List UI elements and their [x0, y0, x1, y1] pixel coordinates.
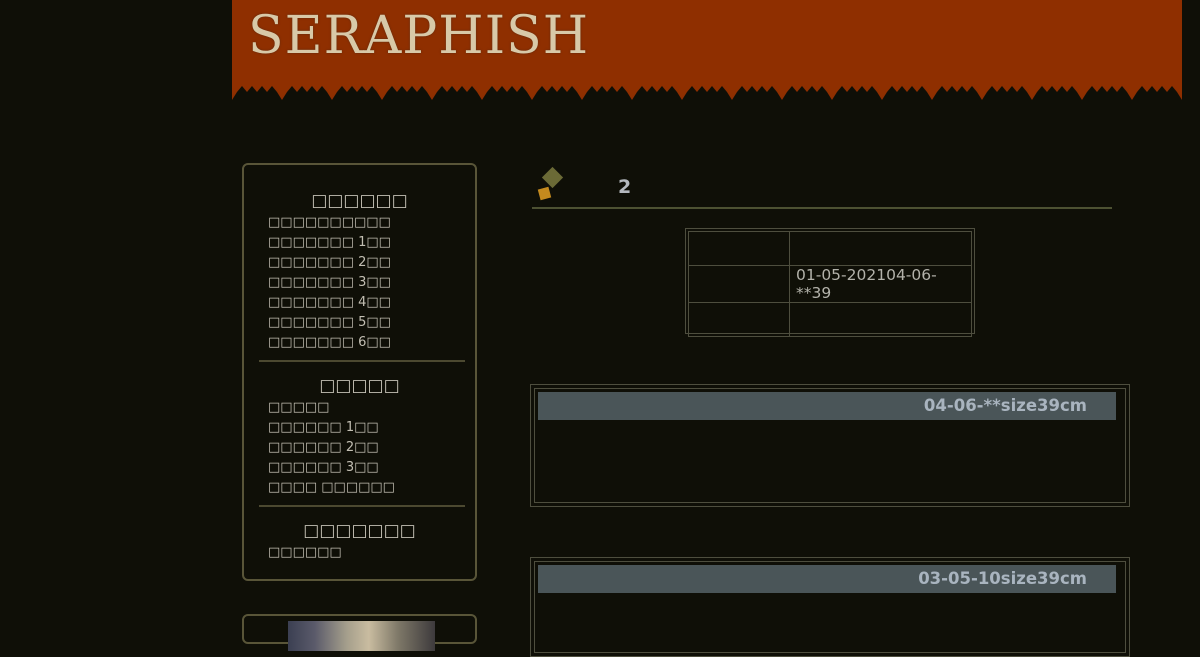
sidebar-link[interactable]: □□□□□□□ 6□□ — [268, 333, 475, 353]
sidebar-link[interactable]: □□□□□□ 1□□ — [268, 418, 475, 438]
table-cell — [789, 231, 972, 266]
table-row: 01-05-202104-06-**39 — [688, 265, 972, 303]
sidebar-link[interactable]: □□□□□□ 2□□ — [268, 438, 475, 458]
table-cell — [688, 302, 790, 337]
sidebar-menu: □□□□□□ □□□□□□□□□□ □□□□□□□ 1□□ □□□□□□□ 2□… — [242, 163, 477, 581]
sidebar-link[interactable]: □□□□ □□□□□□ — [268, 478, 475, 498]
sidebar-photo[interactable] — [288, 621, 435, 651]
post-card: 04-06-**size39cm — [530, 384, 1130, 507]
sidebar-section-title: □□□□□□□ — [303, 521, 416, 541]
grass-border-decoration — [232, 86, 1182, 102]
diamond-icon — [541, 166, 564, 189]
sidebar-section-title: □□□□□ — [319, 376, 400, 396]
table-cell — [688, 231, 790, 266]
table-cell — [789, 302, 972, 337]
table-cell: 01-05-202104-06-**39 — [789, 265, 972, 303]
small-diamond-icon — [537, 186, 552, 201]
site-header: SERAPHISH — [232, 0, 1182, 102]
sidebar-divider — [259, 360, 465, 362]
sidebar-link[interactable]: □□□□□□ — [268, 543, 475, 563]
site-logo[interactable]: SERAPHISH — [248, 6, 589, 66]
info-table: 01-05-202104-06-**39 — [685, 228, 975, 337]
table-row — [688, 302, 972, 337]
sidebar-link[interactable]: □□□□□ — [268, 398, 475, 418]
page-number: 2 — [618, 176, 632, 198]
sidebar-link[interactable]: □□□□□□□ 5□□ — [268, 313, 475, 333]
sidebar-divider — [259, 505, 465, 507]
table-row — [688, 231, 972, 266]
sidebar-link[interactable]: □□□□□□□ 4□□ — [268, 293, 475, 313]
sidebar-link[interactable]: □□□□□□□□□□ — [268, 213, 475, 233]
sidebar-link[interactable]: □□□□□□□ 1□□ — [268, 233, 475, 253]
sidebar-link[interactable]: □□□□□□ 3□□ — [268, 458, 475, 478]
sidebar-section-2: □□□□□ □□□□□ □□□□□□ 1□□ □□□□□□ 2□□ □□□□□□… — [244, 374, 475, 498]
post-card: 03-05-10size39cm — [530, 557, 1130, 657]
table-cell — [688, 265, 790, 303]
sidebar-link[interactable]: □□□□□□□ 2□□ — [268, 253, 475, 273]
content-heading: 2 — [532, 165, 1112, 209]
sidebar-section-3: □□□□□□□ □□□□□□ — [244, 519, 475, 563]
sidebar-photo-box — [242, 614, 477, 651]
sidebar-section-1: □□□□□□ □□□□□□□□□□ □□□□□□□ 1□□ □□□□□□□ 2□… — [244, 189, 475, 353]
post-title-bar[interactable]: 04-06-**size39cm — [538, 392, 1116, 420]
sidebar-link[interactable]: □□□□□□□ 3□□ — [268, 273, 475, 293]
post-title-bar[interactable]: 03-05-10size39cm — [538, 565, 1116, 593]
sidebar-section-title: □□□□□□ — [311, 191, 408, 211]
